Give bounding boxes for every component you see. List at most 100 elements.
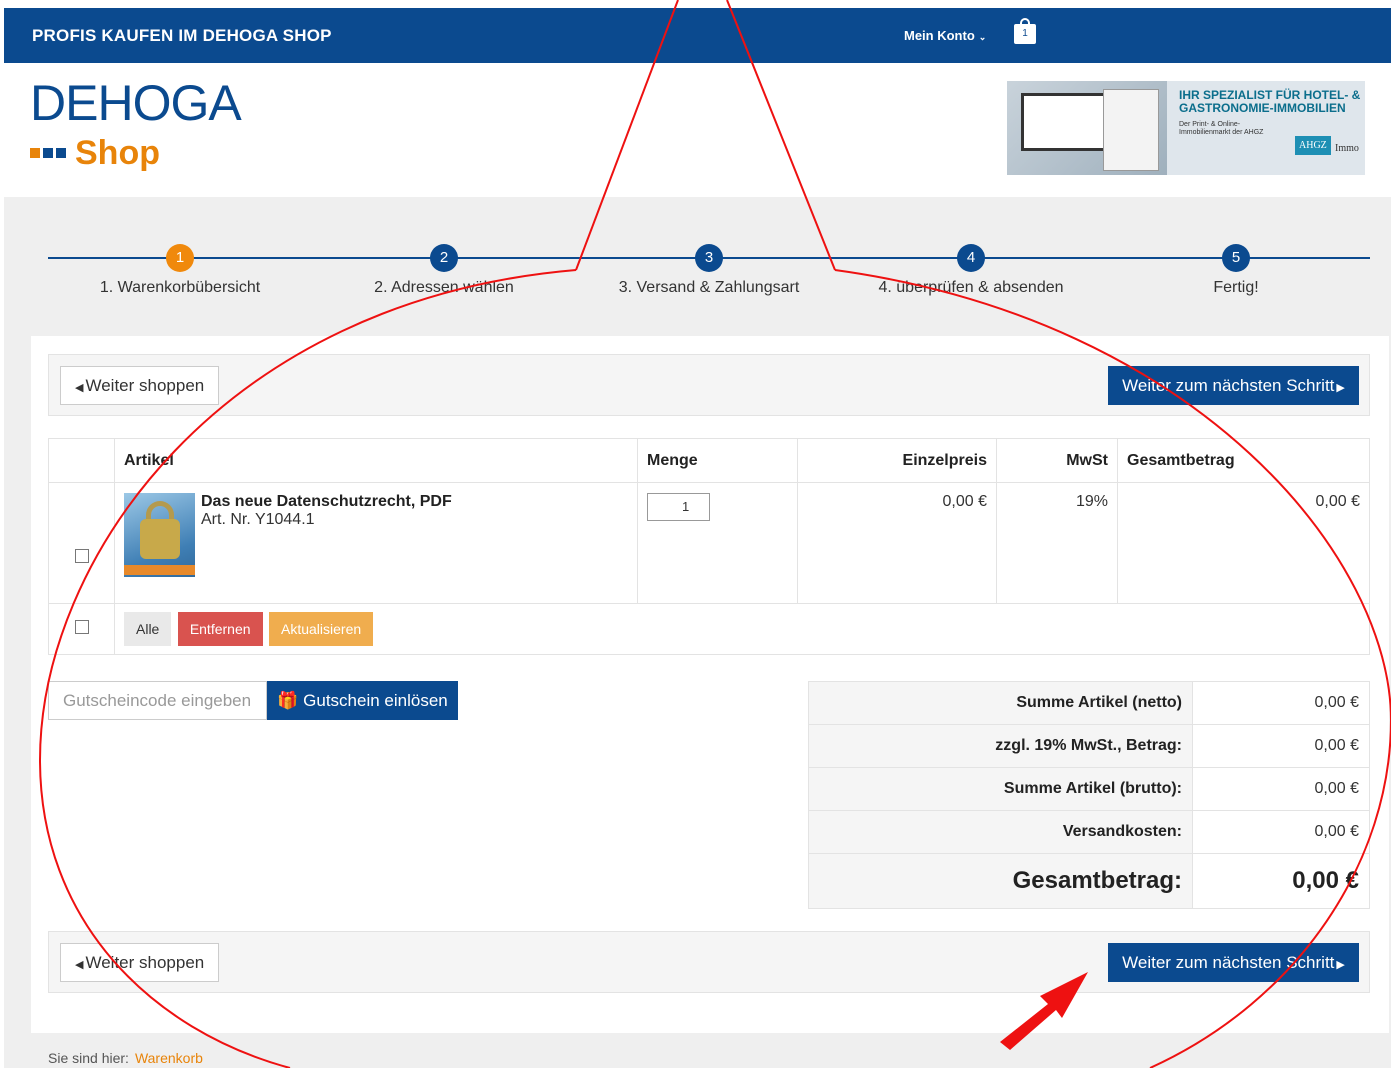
unit-price: 0,00 € bbox=[797, 482, 997, 604]
summary-row: Versandkosten: 0,00 € bbox=[808, 810, 1370, 854]
grand-total-label: Gesamtbetrag: bbox=[808, 853, 1193, 909]
cart-table: Artikel Menge Einzelpreis MwSt Gesamtbet… bbox=[48, 438, 1370, 655]
summary-total-row: Gesamtbetrag: 0,00 € bbox=[808, 853, 1370, 909]
update-button[interactable]: Aktualisieren bbox=[268, 612, 374, 646]
product-thumbnail[interactable] bbox=[124, 493, 195, 593]
summary-row: zzgl. 19% MwSt., Betrag: 0,00 € bbox=[808, 724, 1370, 768]
shop-logo[interactable]: DEHOGA Shop bbox=[30, 75, 242, 170]
summary-value: 0,00 € bbox=[1192, 810, 1370, 854]
lock-body bbox=[140, 519, 180, 559]
quantity-stepper[interactable]: 1 bbox=[647, 493, 710, 521]
redeem-coupon-label: Gutschein einlösen bbox=[303, 691, 448, 710]
col-vat: MwSt bbox=[996, 438, 1118, 483]
step-3: 3 3. Versand & Zahlungsart bbox=[589, 244, 829, 297]
breadcrumb: Sie sind hier: Warenkorb bbox=[48, 1050, 203, 1066]
product-cell: Das neue Datenschutzrecht, PDF Art. Nr. … bbox=[114, 482, 638, 604]
select-all-cell bbox=[48, 603, 115, 655]
top-bar: PROFIS KAUFEN IM DEHOGA SHOP Mein Konto ⌄… bbox=[4, 8, 1391, 63]
select-all-button[interactable]: Alle bbox=[124, 612, 172, 646]
col-select bbox=[48, 438, 115, 483]
logo-square-icon bbox=[43, 148, 53, 158]
summary-label: Versandkosten: bbox=[808, 810, 1193, 854]
summary-value: 0,00 € bbox=[1192, 681, 1370, 725]
step-number: 2 bbox=[430, 244, 458, 272]
breadcrumb-prefix: Sie sind hier: bbox=[48, 1050, 129, 1066]
grand-total-value: 0,00 € bbox=[1192, 853, 1370, 909]
summary-value: 0,00 € bbox=[1192, 724, 1370, 768]
redeem-coupon-button[interactable]: 🎁 Gutschein einlösen bbox=[267, 681, 458, 720]
summary-label: zzgl. 19% MwSt., Betrag: bbox=[808, 724, 1193, 768]
continue-shopping-label: Weiter shoppen bbox=[85, 376, 205, 395]
caret-left-icon: ◀ bbox=[75, 959, 84, 971]
next-step-button[interactable]: Weiter zum nächsten Schritt ▶ bbox=[1108, 366, 1359, 405]
caret-right-icon: ▶ bbox=[1336, 382, 1345, 394]
coupon-input[interactable]: Gutscheincode eingeben bbox=[48, 681, 267, 720]
continue-shopping-label: Weiter shoppen bbox=[85, 953, 205, 972]
step-label: 1. Warenkorbübersicht bbox=[99, 279, 261, 296]
checkout-steps: 1 1. Warenkorbübersicht 2 2. Adressen wä… bbox=[48, 244, 1370, 304]
vat-rate: 19% bbox=[996, 482, 1118, 604]
summary-value: 0,00 € bbox=[1192, 767, 1370, 811]
step-number: 3 bbox=[695, 244, 723, 272]
step-2: 2 2. Adressen wählen bbox=[344, 244, 544, 297]
account-label: Mein Konto bbox=[904, 28, 975, 43]
bulk-actions-row: Alle Entfernen Aktualisieren bbox=[48, 603, 1370, 655]
cart-icon[interactable]: 1 bbox=[1014, 18, 1038, 44]
step-label: 2. Adressen wählen bbox=[374, 279, 514, 296]
continue-shopping-button[interactable]: ◀ Weiter shoppen bbox=[60, 366, 220, 405]
col-unit-price: Einzelpreis bbox=[797, 438, 997, 483]
table-header: Artikel Menge Einzelpreis MwSt Gesamtbet… bbox=[48, 438, 1370, 483]
top-slogan: PROFIS KAUFEN IM DEHOGA SHOP bbox=[32, 26, 332, 45]
cart-panel: ◀ Weiter shoppen Weiter zum nächsten Schr… bbox=[31, 336, 1389, 1033]
summary-row: Summe Artikel (brutto): 0,00 € bbox=[808, 767, 1370, 811]
col-quantity: Menge bbox=[637, 438, 798, 483]
next-step-label: Weiter zum nächsten Schritt bbox=[1122, 376, 1335, 395]
gift-icon: 🎁 bbox=[277, 691, 299, 710]
step-4: 4 4. überprüfen & absenden bbox=[851, 244, 1091, 297]
logo-word: DEHOGA bbox=[30, 75, 242, 131]
banner-text: Der Print- & Online-Immobilienmarkt der … bbox=[1179, 121, 1264, 136]
step-5: 5 Fertig! bbox=[1136, 244, 1336, 297]
quantity-cell: 1 bbox=[637, 482, 798, 604]
logo-square-icon bbox=[30, 148, 40, 158]
bulk-actions: Alle Entfernen Aktualisieren bbox=[114, 603, 1370, 655]
cover-band bbox=[124, 565, 195, 575]
col-article: Artikel bbox=[114, 438, 638, 483]
banner-image bbox=[1007, 81, 1167, 175]
product-name[interactable]: Das neue Datenschutzrecht, PDF bbox=[124, 493, 628, 511]
col-total: Gesamtbetrag bbox=[1117, 438, 1370, 483]
banner-brand-immo: Immo bbox=[1335, 143, 1359, 154]
step-label: 3. Versand & Zahlungsart bbox=[618, 279, 800, 296]
bottom-navigation: ◀ Weiter shoppen Weiter zum nächsten Schr… bbox=[48, 931, 1370, 993]
row-checkbox[interactable] bbox=[74, 548, 89, 563]
summary-row: Summe Artikel (netto) 0,00 € bbox=[808, 681, 1370, 725]
step-label: Fertig! bbox=[1213, 279, 1259, 296]
step-number: 1 bbox=[166, 244, 194, 272]
coupon-form: Gutscheincode eingeben 🎁 Gutschein einlö… bbox=[48, 681, 458, 720]
product-artnr: Art. Nr. Y1044.1 bbox=[201, 511, 315, 528]
summary-label: Summe Artikel (netto) bbox=[808, 681, 1193, 725]
ad-banner[interactable]: IHR SPEZIALIST FÜR HOTEL- & GASTRONOMIE-… bbox=[1007, 81, 1365, 175]
cover-footer bbox=[124, 577, 195, 593]
banner-headline: IHR SPEZIALIST FÜR HOTEL- & GASTRONOMIE-… bbox=[1179, 88, 1361, 115]
line-total: 0,00 € bbox=[1117, 482, 1370, 604]
chevron-down-icon: ⌄ bbox=[978, 32, 987, 42]
step-1: 1 1. Warenkorbübersicht bbox=[80, 244, 280, 297]
banner-brand: AHGZ bbox=[1295, 136, 1331, 155]
order-summary: Summe Artikel (netto) 0,00 € zzgl. 19% Mw… bbox=[808, 681, 1370, 909]
breadcrumb-current[interactable]: Warenkorb bbox=[135, 1050, 203, 1066]
top-navigation: ◀ Weiter shoppen Weiter zum nächsten Schr… bbox=[48, 354, 1370, 416]
remove-button[interactable]: Entfernen bbox=[177, 612, 263, 646]
row-select-cell bbox=[48, 482, 115, 604]
step-number: 4 bbox=[957, 244, 985, 272]
next-step-button-bottom[interactable]: Weiter zum nächsten Schritt ▶ bbox=[1108, 943, 1359, 982]
select-all-checkbox[interactable] bbox=[74, 619, 89, 634]
account-menu[interactable]: Mein Konto ⌄ bbox=[904, 28, 986, 43]
monitor-icon bbox=[1021, 93, 1107, 151]
step-number: 5 bbox=[1222, 244, 1250, 272]
continue-shopping-button-bottom[interactable]: ◀ Weiter shoppen bbox=[60, 943, 220, 982]
step-label: 4. überprüfen & absenden bbox=[878, 279, 1064, 296]
logo-sub: Shop bbox=[30, 136, 160, 170]
next-step-label: Weiter zum nächsten Schritt bbox=[1122, 953, 1335, 972]
cart-count: 1 bbox=[1022, 28, 1028, 39]
